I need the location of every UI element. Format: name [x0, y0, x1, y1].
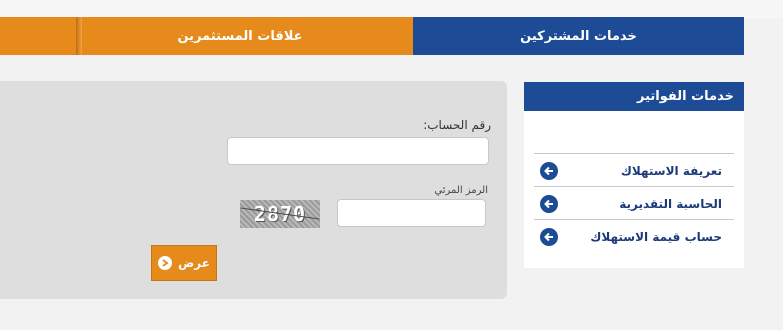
sidebar-title: خدمات الفواتير	[524, 82, 744, 111]
account-lookup-panel: رقم الحساب: الرمز المرئي 2870 عرض	[0, 81, 507, 299]
sidebar-item-label: الحاسبة التقديرية	[619, 196, 722, 211]
billing-services-sidebar: خدمات الفواتير تعريفة الاستهلاك الحاسبة …	[524, 82, 744, 268]
captcha-input[interactable]	[337, 199, 486, 227]
show-button[interactable]: عرض	[151, 245, 217, 281]
captcha-label: الرمز المرئي	[434, 185, 488, 196]
top-strip	[0, 0, 783, 18]
sidebar-item-label: تعريفة الاستهلاك	[620, 163, 722, 178]
tab-divider	[76, 17, 82, 55]
tab-investors-label: علاقات المستثمرين	[177, 28, 303, 44]
sidebar-item-consumption-value[interactable]: حساب قيمة الاستهلاك	[534, 219, 734, 253]
arrow-left-circle-icon	[540, 194, 558, 213]
arrow-right-circle-icon	[158, 256, 173, 270]
account-number-label: رقم الحساب:	[423, 118, 491, 132]
sidebar-item-consumption-tariff[interactable]: تعريفة الاستهلاك	[534, 153, 734, 187]
show-button-label: عرض	[178, 256, 210, 270]
account-number-input[interactable]	[227, 137, 489, 165]
sidebar-item-estimate-calculator[interactable]: الحاسبة التقديرية	[534, 186, 734, 220]
tab-subscribers-label: خدمات المشتركين	[520, 28, 637, 44]
arrow-left-circle-icon	[540, 227, 558, 246]
arrow-left-circle-icon	[540, 161, 558, 180]
tab-subscribers[interactable]: خدمات المشتركين	[413, 17, 744, 55]
sidebar-item-label: حساب قيمة الاستهلاك	[590, 229, 722, 244]
captcha-image: 2870	[240, 200, 320, 228]
tab-investors[interactable]: علاقات المستثمرين	[0, 17, 413, 55]
